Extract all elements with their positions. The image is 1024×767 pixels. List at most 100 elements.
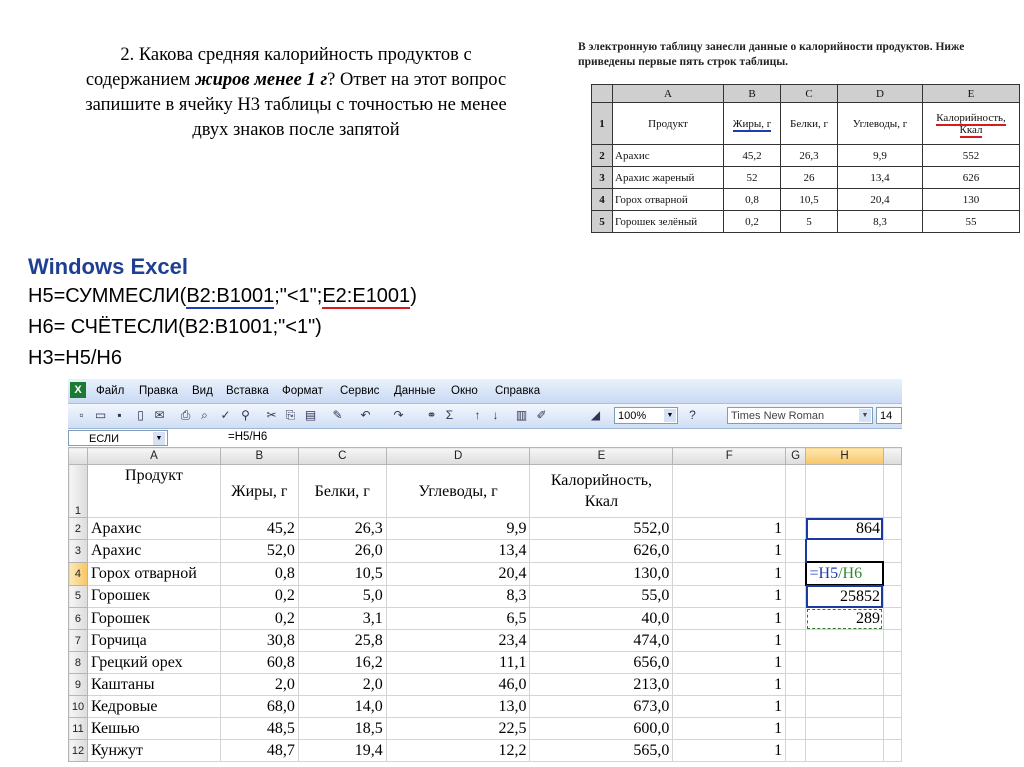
- cell[interactable]: 600,0: [529, 717, 674, 740]
- cell[interactable]: [805, 629, 884, 652]
- cell[interactable]: 26,3: [297, 517, 387, 540]
- cell[interactable]: [805, 695, 884, 718]
- cell[interactable]: Арахис: [86, 517, 221, 540]
- cell[interactable]: [882, 464, 902, 518]
- cut-icon[interactable]: ✂: [264, 408, 279, 423]
- menu-data[interactable]: Данные: [394, 385, 436, 397]
- cell[interactable]: [805, 651, 884, 674]
- cell[interactable]: 2,0: [219, 673, 299, 696]
- header-cell[interactable]: Углеводы, г: [385, 464, 531, 518]
- cell[interactable]: 20,4: [385, 561, 531, 586]
- header-cell[interactable]: Белки, г: [297, 464, 387, 518]
- cell[interactable]: 13,4: [385, 539, 531, 563]
- cell[interactable]: 14,0: [297, 695, 387, 718]
- row-header[interactable]: 11: [68, 717, 88, 740]
- row-header[interactable]: 5: [68, 584, 88, 608]
- column-header-d[interactable]: D: [385, 447, 531, 465]
- save-icon[interactable]: ▪: [112, 408, 127, 423]
- cell[interactable]: Горчица: [86, 629, 221, 652]
- row-header[interactable]: 9: [68, 673, 88, 696]
- cell[interactable]: [882, 651, 902, 674]
- cell[interactable]: Горошек: [86, 607, 221, 630]
- menu-tools[interactable]: Сервис: [340, 385, 379, 397]
- row-header[interactable]: 8: [68, 651, 88, 674]
- cell[interactable]: [785, 695, 807, 718]
- undo-icon[interactable]: ↶: [358, 408, 373, 423]
- cell[interactable]: [882, 629, 902, 652]
- cell[interactable]: [785, 517, 807, 540]
- cell[interactable]: 52,0: [219, 539, 299, 563]
- formula-input[interactable]: =H5/H6: [228, 431, 267, 443]
- cell[interactable]: 1: [672, 539, 787, 563]
- cell[interactable]: [785, 561, 807, 586]
- cell[interactable]: 11,1: [385, 651, 531, 674]
- cell[interactable]: 1: [672, 673, 787, 696]
- cell[interactable]: 1: [672, 739, 787, 762]
- cell[interactable]: Кедровые: [86, 695, 221, 718]
- zoom-select[interactable]: 100% ▼: [614, 407, 678, 424]
- drawing-icon[interactable]: ✐: [534, 408, 549, 423]
- cell[interactable]: 18,5: [297, 717, 387, 740]
- cell[interactable]: [785, 739, 807, 762]
- menu-edit[interactable]: Правка: [139, 385, 178, 397]
- cell[interactable]: 1: [672, 695, 787, 718]
- column-header-f[interactable]: F: [672, 447, 787, 465]
- cell[interactable]: 48,7: [219, 739, 299, 762]
- print-icon[interactable]: ⎙: [178, 408, 193, 423]
- cell[interactable]: [882, 584, 902, 608]
- cell[interactable]: 1: [672, 584, 787, 608]
- cell[interactable]: [805, 739, 884, 762]
- cell[interactable]: 552,0: [529, 517, 674, 540]
- copy-icon[interactable]: ⎘: [283, 408, 298, 423]
- cell[interactable]: 40,0: [529, 607, 674, 630]
- cell-h6[interactable]: 289: [805, 607, 884, 630]
- cell-h5[interactable]: 25852: [805, 584, 884, 608]
- cell[interactable]: 0,8: [219, 561, 299, 586]
- cell[interactable]: 25,8: [297, 629, 387, 652]
- cell[interactable]: 45,2: [219, 517, 299, 540]
- cell[interactable]: 3,1: [297, 607, 387, 630]
- menu-format[interactable]: Формат: [282, 385, 323, 397]
- cell[interactable]: Кунжут: [86, 739, 221, 762]
- row-header[interactable]: 3: [68, 539, 88, 563]
- open-icon[interactable]: ▭: [93, 408, 108, 423]
- select-all-corner[interactable]: [68, 447, 88, 465]
- chevron-down-icon[interactable]: ▼: [153, 432, 165, 445]
- hyperlink-icon[interactable]: ⚭: [424, 408, 439, 423]
- cell-h2[interactable]: 864: [805, 517, 884, 540]
- row-header[interactable]: 2: [68, 517, 88, 540]
- sort-asc-icon[interactable]: ↑: [470, 408, 485, 423]
- cell[interactable]: [785, 539, 807, 563]
- cell[interactable]: 26,0: [297, 539, 387, 563]
- sort-desc-icon[interactable]: ↓: [488, 408, 503, 423]
- column-header-i[interactable]: [882, 447, 902, 465]
- cell[interactable]: [785, 607, 807, 630]
- cell[interactable]: [882, 717, 902, 740]
- new-icon[interactable]: ▫: [74, 408, 89, 423]
- cell[interactable]: 1: [672, 607, 787, 630]
- row-header[interactable]: 6: [68, 607, 88, 630]
- cell[interactable]: 626,0: [529, 539, 674, 563]
- cell[interactable]: 19,4: [297, 739, 387, 762]
- cell[interactable]: [882, 539, 902, 563]
- cell[interactable]: 1: [672, 561, 787, 586]
- research-icon[interactable]: ⚲: [238, 408, 253, 423]
- cell[interactable]: 0,2: [219, 584, 299, 608]
- cell[interactable]: 5,0: [297, 584, 387, 608]
- cell[interactable]: 2,0: [297, 673, 387, 696]
- cell[interactable]: 46,0: [385, 673, 531, 696]
- cell-h3[interactable]: [804, 539, 884, 563]
- cell[interactable]: [785, 673, 807, 696]
- cell[interactable]: Каштаны: [86, 673, 221, 696]
- cell[interactable]: [785, 717, 807, 740]
- column-header-b[interactable]: B: [219, 447, 299, 465]
- cell[interactable]: [785, 651, 807, 674]
- cell[interactable]: 213,0: [529, 673, 674, 696]
- cell[interactable]: 1: [672, 629, 787, 652]
- column-header-e[interactable]: E: [529, 447, 674, 465]
- cell[interactable]: 6,5: [385, 607, 531, 630]
- row-header[interactable]: 7: [68, 629, 88, 652]
- cell[interactable]: 0,2: [219, 607, 299, 630]
- row-header[interactable]: 1: [68, 464, 88, 518]
- column-header-g[interactable]: G: [785, 447, 807, 465]
